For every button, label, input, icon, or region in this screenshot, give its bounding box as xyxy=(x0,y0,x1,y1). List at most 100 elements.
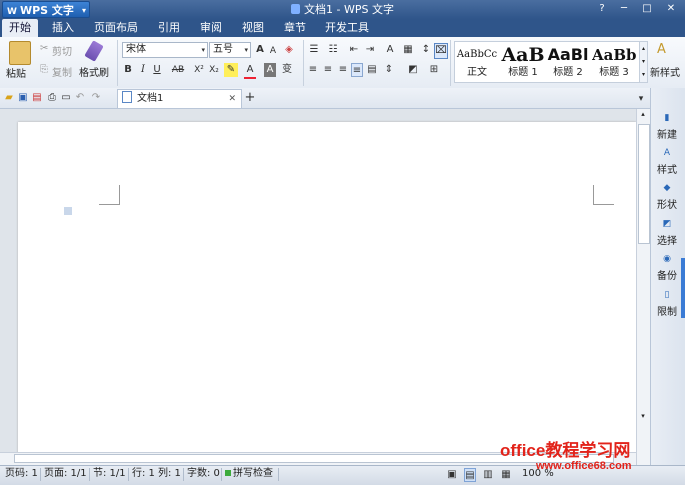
document-tab[interactable]: 文档1 ✕ xyxy=(117,89,242,108)
char-shading-icon[interactable]: A xyxy=(264,63,276,77)
export-pdf-icon[interactable]: ▤ xyxy=(31,91,43,105)
copy-icon[interactable]: ⎘ xyxy=(40,64,48,75)
align-left-icon[interactable]: ≡ xyxy=(307,63,319,77)
paragraph-handle-icon[interactable] xyxy=(64,207,72,215)
style-normal[interactable]: AaBbCc 正文 xyxy=(455,41,499,81)
status-section[interactable]: 节: 1/1 xyxy=(93,465,126,484)
divider xyxy=(278,468,279,481)
table-icon[interactable]: ▦ xyxy=(402,43,414,57)
font-color-icon[interactable]: A xyxy=(244,63,256,79)
panel-styles[interactable]: A 样式 xyxy=(651,148,683,176)
style-heading-3[interactable]: AaBb 标题 3 xyxy=(592,41,636,81)
tab-page-layout[interactable]: 页面布局 xyxy=(90,19,142,37)
format-painter-button[interactable]: 格式刷 xyxy=(79,64,109,79)
align-right-icon[interactable]: ≡ xyxy=(337,63,349,77)
decrease-indent-icon[interactable]: ⇤ xyxy=(348,43,360,57)
status-col[interactable]: 列: 1 xyxy=(158,465,181,484)
bold-icon[interactable]: B xyxy=(122,63,134,77)
font-name-select[interactable]: 宋体 ▾ xyxy=(122,42,208,58)
document-page[interactable] xyxy=(18,122,636,454)
scroll-down-icon[interactable]: ▾ xyxy=(638,412,648,422)
show-marks-icon[interactable]: ⌧ xyxy=(434,43,448,59)
help-button[interactable]: ? xyxy=(591,1,613,17)
panel-label: 新建 xyxy=(657,130,677,141)
divider xyxy=(117,40,118,86)
borders-icon[interactable]: ⊞ xyxy=(428,63,440,77)
panel-label: 限制 xyxy=(657,307,677,318)
status-pages[interactable]: 页面: 1/1 xyxy=(44,465,87,484)
panel-new[interactable]: ▮ 新建 xyxy=(651,113,683,141)
strikethrough-icon[interactable]: AB xyxy=(169,63,187,77)
style-heading-2[interactable]: AaBl 标题 2 xyxy=(546,41,590,81)
print-icon[interactable]: ⎙ xyxy=(46,91,58,105)
copy-button[interactable]: 复制 xyxy=(52,64,72,79)
status-row[interactable]: 行: 1 xyxy=(132,465,155,484)
font-size-select[interactable]: 五号 ▾ xyxy=(209,42,251,58)
numbering-icon[interactable]: ☷ xyxy=(326,43,340,57)
sort-icon[interactable]: ↕ xyxy=(420,43,432,57)
tab-view[interactable]: 视图 xyxy=(236,19,270,37)
highlight-icon[interactable]: ✎ xyxy=(224,63,238,77)
paste-button[interactable]: 粘贴 xyxy=(6,65,26,80)
tab-developer[interactable]: 开发工具 xyxy=(320,19,374,37)
spell-check-button[interactable]: 拼写检查 xyxy=(233,465,273,484)
italic-icon[interactable]: I xyxy=(137,63,149,77)
clear-format-icon[interactable]: ◈ xyxy=(282,43,296,57)
shapes-icon: ◆ xyxy=(663,183,671,193)
status-word-count[interactable]: 字数: 0 xyxy=(187,465,220,484)
close-tab-icon[interactable]: ✕ xyxy=(228,90,236,108)
line-spacing-icon[interactable]: ⇕ xyxy=(383,63,395,77)
subscript-icon[interactable]: X₂ xyxy=(207,63,221,77)
increase-indent-icon[interactable]: ⇥ xyxy=(364,43,376,57)
superscript-icon[interactable]: X² xyxy=(192,63,206,77)
open-icon[interactable]: ▰ xyxy=(3,91,15,105)
task-pane-resize-handle[interactable] xyxy=(681,258,685,318)
web-view-icon[interactable]: ▦ xyxy=(500,468,512,482)
tab-insert[interactable]: 插入 xyxy=(46,19,80,37)
justify-icon[interactable]: ≡ xyxy=(351,63,363,77)
tab-references[interactable]: 引用 xyxy=(152,19,186,37)
shading-icon[interactable]: ◩ xyxy=(406,63,420,77)
scroll-up-icon[interactable]: ▴ xyxy=(638,110,648,120)
align-center-icon[interactable]: ≡ xyxy=(322,63,334,77)
grow-font-icon[interactable]: A xyxy=(254,43,266,57)
margin-mark-right xyxy=(593,185,614,205)
phonetic-icon[interactable]: 变 xyxy=(280,63,294,77)
panel-backup[interactable]: ◉ 备份 xyxy=(651,254,683,282)
chinese-layout-icon[interactable]: A xyxy=(382,43,398,57)
new-style-icon[interactable]: A xyxy=(657,42,671,60)
close-button[interactable]: ✕ xyxy=(659,1,683,17)
bullets-icon[interactable]: ☰ xyxy=(307,43,321,57)
panel-select[interactable]: ◩ 选择 xyxy=(651,219,683,247)
tab-chapter[interactable]: 章节 xyxy=(278,19,312,37)
cut-button[interactable]: 剪切 xyxy=(52,43,72,58)
save-icon[interactable]: ▣ xyxy=(17,91,29,105)
tab-review[interactable]: 审阅 xyxy=(194,19,228,37)
new-tab-button[interactable]: + xyxy=(244,91,256,105)
style-label: 正文 xyxy=(467,67,487,78)
minimize-button[interactable]: ─ xyxy=(613,1,635,17)
style-gallery-scroll[interactable]: ▴ ▾ ▾ xyxy=(639,41,648,83)
distribute-icon[interactable]: ▤ xyxy=(366,63,378,77)
cut-icon[interactable]: ✂ xyxy=(40,43,48,54)
redo-icon[interactable]: ↷ xyxy=(90,91,102,105)
print-preview-icon[interactable]: ▭ xyxy=(60,91,72,105)
outline-view-icon[interactable]: ▥ xyxy=(482,468,494,482)
vertical-scroll-thumb[interactable] xyxy=(638,124,650,244)
maximize-button[interactable]: □ xyxy=(636,1,658,17)
status-page-code[interactable]: 页码: 1 xyxy=(5,465,38,484)
new-style-button[interactable]: 新样式 xyxy=(650,64,685,79)
tab-home[interactable]: 开始 xyxy=(2,19,38,37)
panel-restrict[interactable]: ▯ 限制 xyxy=(651,290,683,318)
style-heading-1[interactable]: AaB 标题 1 xyxy=(501,41,545,81)
tab-menu-icon[interactable]: ▾ xyxy=(635,92,647,106)
underline-icon[interactable]: U xyxy=(151,63,163,77)
panel-shapes[interactable]: ◆ 形状 xyxy=(651,183,683,211)
paste-icon[interactable] xyxy=(9,41,31,65)
full-screen-view-icon[interactable]: ▣ xyxy=(446,468,458,482)
shrink-font-icon[interactable]: A xyxy=(268,44,278,58)
document-icon xyxy=(122,91,132,103)
undo-icon[interactable]: ↶ xyxy=(74,91,86,105)
page-view-icon[interactable]: ▤ xyxy=(464,468,476,482)
style-preview: AaBb xyxy=(592,46,636,64)
